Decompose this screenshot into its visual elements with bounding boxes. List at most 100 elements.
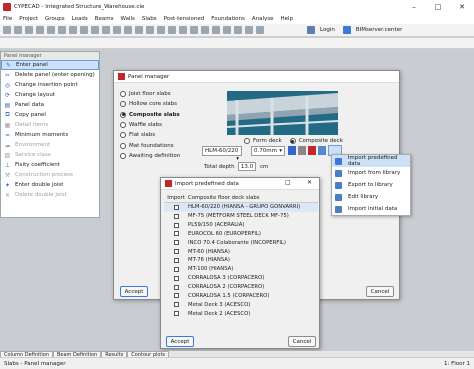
calc-icon[interactable] [168,26,176,34]
import-predefined-data-item[interactable]: Import predefined data [332,155,410,167]
import-checkbox[interactable] [173,240,179,246]
import-checkbox[interactable] [173,311,179,317]
login-button[interactable]: Login [320,27,335,33]
document-icon[interactable] [298,146,306,155]
table-row[interactable]: MF-75 (METFORM STEEL DECK MF-75) [164,212,318,221]
table-row[interactable]: CORRALOSA 3 (CORPACERO) [164,274,318,283]
import-checkbox[interactable] [173,257,179,263]
measure-icon[interactable] [124,26,132,34]
close-icon[interactable]: ✕ [307,179,312,186]
menu-loads[interactable]: Loads [72,16,88,22]
menu-groups[interactable]: Groups [45,16,65,22]
panel-data-item[interactable]: ▤ Panel data [1,100,99,110]
enter-double-joist-item[interactable]: ✦ Enter double joist [1,180,99,190]
import-checkbox[interactable] [173,222,179,228]
list-icon[interactable] [212,26,220,34]
table-row[interactable]: PL59/150 (ACERALIA) [164,221,318,230]
import-checkbox[interactable] [173,213,179,219]
flat-slabs-radio[interactable]: Flat slabs [120,130,180,140]
save-icon[interactable] [25,26,33,34]
bimserver-selector[interactable]: BIMserver.center [356,27,403,33]
layers-icon[interactable] [91,26,99,34]
hollow-core-slabs-radio[interactable]: Hollow core slabs [120,99,180,109]
help-icon[interactable] [256,26,264,34]
accept-button[interactable]: Accept [120,286,148,297]
mat-foundations-radio[interactable]: Mat foundations [120,140,180,150]
delete-panel-item[interactable]: ✂ Delete panel (enter opening) [1,70,99,80]
table-row[interactable]: CORRALOSA 2 (CORPACERO) [164,283,318,292]
menu-walls[interactable]: Walls [121,16,135,22]
cancel-button[interactable]: Cancel [366,286,394,297]
enter-panel-item[interactable]: ✎ Enter panel [1,60,99,70]
import-checkbox[interactable] [173,284,179,290]
window-icon[interactable] [234,26,242,34]
import-checkbox[interactable] [173,231,179,237]
table-row[interactable]: MT-76 (HIANSA) [164,256,318,265]
import-checkbox[interactable] [173,302,179,308]
import-cancel-button[interactable]: Cancel [288,336,316,347]
minimize-button[interactable]: – [402,0,426,14]
new-icon[interactable] [3,26,11,34]
report-icon[interactable] [201,26,209,34]
delete-icon[interactable] [308,146,316,155]
close-button[interactable]: ✕ [450,0,474,14]
check-icon[interactable] [179,26,187,34]
change-layout-item[interactable]: ⟳ Change layout [1,90,99,100]
menu-analyse[interactable]: Analyse [252,16,274,22]
menu-post-tensioned[interactable]: Post-tensioned [164,16,205,22]
settings-icon[interactable] [157,26,165,34]
total-depth-input[interactable]: 13.0 [238,162,256,171]
table-row[interactable]: HLM-60/220 (HIANSA - GRUPO GONVARRI) [164,203,318,212]
view-icon[interactable] [69,26,77,34]
menu-beams[interactable]: Beams [95,16,114,22]
bimserver-icon[interactable] [342,26,351,34]
maximize-icon[interactable]: □ [285,179,291,186]
edit-profile-icon[interactable] [288,146,296,155]
undo-icon[interactable] [36,26,44,34]
table-row[interactable]: EUROCOL 60 (EUROPERFIL) [164,230,318,239]
floors-icon[interactable] [245,26,253,34]
import-accept-button[interactable]: Accept [166,336,194,347]
info-icon[interactable] [190,26,198,34]
library-icon[interactable] [318,146,326,155]
import-checkbox[interactable] [173,275,179,281]
open-icon[interactable] [14,26,22,34]
export-to-library-item[interactable]: Export to library [332,179,410,191]
redo-icon[interactable] [47,26,55,34]
profile-select[interactable]: HLM-60/220 ▾ [202,146,242,162]
copy-panel-item[interactable]: ⧉ Copy panel [1,110,99,120]
menu-slabs[interactable]: Slabs [142,16,157,22]
grid-icon[interactable] [113,26,121,34]
menu-foundations[interactable]: Foundations [211,16,245,22]
import-checkbox[interactable] [173,293,179,299]
import-checkbox[interactable] [173,249,179,255]
3d-icon[interactable] [80,26,88,34]
minimum-moments-item[interactable]: ≈ Minimum moments [1,130,99,140]
zoom-icon[interactable] [58,26,66,34]
thickness-select[interactable]: 0.70mm ▾ [251,146,285,156]
import-from-library-item[interactable]: Import from library [332,167,410,179]
table-row[interactable]: Metal Deck 3 (ACESCO) [164,300,318,309]
table-row[interactable]: INCO 70.4 Colaborante (INCOPERFIL) [164,238,318,247]
table-row[interactable]: Metal Deck 2 (ACESCO) [164,309,318,318]
user-icon[interactable] [307,26,315,34]
export-icon[interactable] [146,26,154,34]
menu-file[interactable]: File [3,16,12,22]
import-checkbox[interactable] [173,266,179,272]
form-deck-radio[interactable]: Form deck [244,136,282,146]
edit-library-item[interactable]: Edit library [332,191,410,203]
table-row[interactable]: CORRALOSA 1.5 (CORPACERO) [164,291,318,300]
table-row[interactable]: MT-60 (HIANSA) [164,247,318,256]
import-checkbox[interactable] [173,204,179,210]
change-insertion-point-item[interactable]: ◎ Change insertion point [1,80,99,90]
composite-slabs-radio[interactable]: Composite slabs [120,110,180,120]
joist-floor-slabs-radio[interactable]: Joist floor slabs [120,89,180,99]
import-initial-data-item[interactable]: Import initial data [332,203,410,215]
awaiting-definition-radio[interactable]: Awaiting definition [120,151,180,161]
print-icon[interactable] [135,26,143,34]
menu-help[interactable]: Help [281,16,294,22]
tools-icon[interactable] [223,26,231,34]
snap-icon[interactable] [102,26,110,34]
menu-project[interactable]: Project [19,16,38,22]
table-row[interactable]: MT-100 (HIANSA) [164,265,318,274]
